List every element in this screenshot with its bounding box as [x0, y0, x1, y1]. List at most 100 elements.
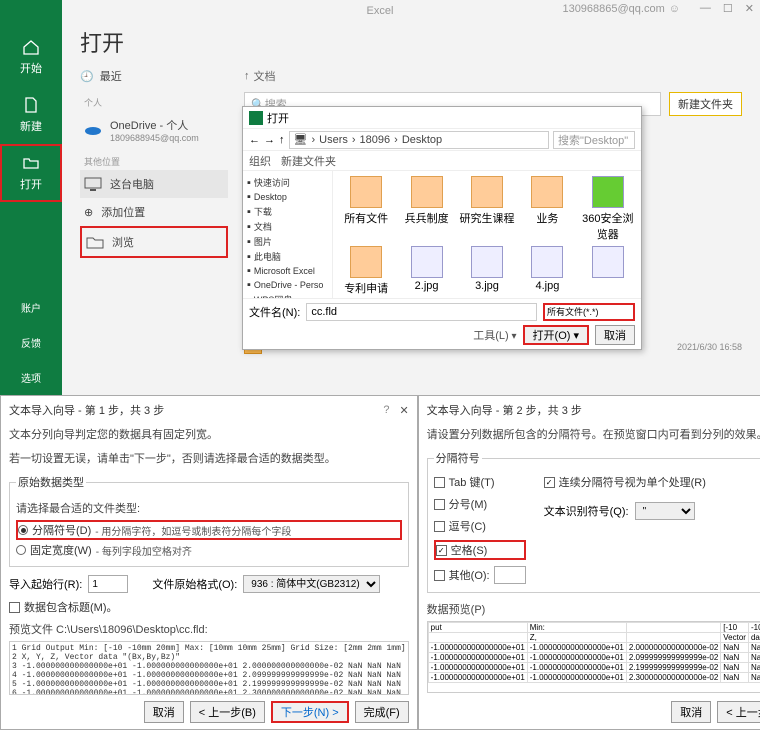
recent-location[interactable]: 🕘 最近 — [80, 68, 228, 84]
locations-list: 🕘 最近 个人 OneDrive - 个人1809688945@qq.com 其… — [80, 68, 228, 360]
file-item[interactable]: 业务 — [518, 175, 576, 243]
nav-item[interactable]: ▪此电脑 — [245, 249, 330, 264]
excel-icon — [249, 111, 263, 125]
rail-options[interactable]: 选项 — [0, 360, 62, 395]
wizard-desc2: 若一切设置无误，请单击"下一步"，否则请选择最合适的数据类型。 — [9, 450, 409, 466]
open-button[interactable]: 打开(O) ▾ — [523, 325, 589, 345]
browse-location[interactable]: 浏览 — [80, 226, 228, 258]
pc-icon: 🖥 — [294, 133, 308, 146]
delim-space[interactable]: ✓空格(S) — [434, 540, 526, 560]
close-icon[interactable]: ✕ — [399, 404, 408, 417]
preview-label: 数据预览(P) — [427, 601, 760, 617]
original-data-type: 原始数据类型 请选择最合适的文件类型: 分隔符号(D) - 用分隔字符，如逗号或… — [9, 474, 409, 567]
wizards-row: 文本导入向导 - 第 1 步，共 3 步 ? ✕ 文本分列向导判定您的数据具有固… — [0, 395, 760, 730]
delim-semicolon[interactable]: 分号(M) — [434, 496, 526, 512]
dialog-file-grid: 所有文件兵兵制度研究生课程业务360安全浏览器专利申请2.jpg3.jpg4.j… — [333, 171, 641, 298]
file-item[interactable]: 360安全浏览器 — [579, 175, 637, 243]
file-icon — [411, 246, 443, 278]
nav-item[interactable]: ▪Microsoft Excel — [245, 264, 330, 278]
origin-select[interactable]: 936 : 简体中文(GB2312) — [243, 575, 380, 593]
clock-icon: 🕘 — [80, 70, 94, 83]
wizard-title: 文本导入向导 - 第 1 步，共 3 步 — [9, 402, 383, 418]
nav-item[interactable]: ▪Desktop — [245, 190, 330, 204]
file-item[interactable]: 兵兵制度 — [397, 175, 455, 243]
backstage-rail: 开始 新建 打开 账户 反馈 选项 — [0, 0, 62, 395]
up-folder[interactable]: ↑ 文档 — [244, 68, 276, 84]
option-fixedwidth[interactable]: 固定宽度(W) - 每列字段加空格对齐 — [16, 542, 402, 558]
breadcrumb[interactable]: 🖥 ›Users ›18096 ›Desktop — [289, 131, 550, 149]
nav-item[interactable]: ▪文档 — [245, 219, 330, 234]
delim-tab[interactable]: Tab 键(T) — [434, 474, 526, 490]
ie-icon — [592, 176, 624, 208]
qualifier-select[interactable]: " — [635, 502, 695, 520]
file-item[interactable]: 2.jpg — [397, 245, 455, 297]
nav-item[interactable]: ▪快速访问 — [245, 175, 330, 190]
thispc-location[interactable]: 这台电脑 — [80, 170, 228, 198]
folder-icon — [531, 176, 563, 208]
new-folder-button[interactable]: 新建文件夹 — [669, 92, 742, 116]
checkbox-icon — [9, 602, 20, 613]
up-icon[interactable]: ↑ — [279, 134, 285, 146]
rail-home[interactable]: 开始 — [0, 28, 62, 86]
help-icon[interactable]: ? — [383, 404, 389, 416]
rail-new[interactable]: 新建 — [0, 86, 62, 144]
tools-menu[interactable]: 工具(L) ▾ — [473, 327, 516, 343]
folder-icon — [471, 176, 503, 208]
tree-icon: ▪ — [247, 206, 251, 218]
dialog-titlebar: 打开 — [243, 107, 641, 129]
file-item[interactable]: 所有文件 — [337, 175, 395, 243]
delim-other[interactable]: 其他(O): — [434, 566, 526, 584]
filename-input[interactable] — [306, 303, 537, 321]
plus-icon: ⊕ — [84, 206, 93, 219]
rail-account[interactable]: 账户 — [0, 290, 62, 325]
pc-icon — [84, 177, 102, 191]
cancel-button[interactable]: 取消 — [671, 701, 711, 723]
delim-other-input[interactable] — [494, 566, 526, 584]
option-delimited[interactable]: 分隔符号(D) - 用分隔字符，如逗号或制表符分隔每个字段 — [16, 520, 402, 540]
file-item[interactable]: 研究生课程 — [458, 175, 516, 243]
file-item[interactable] — [579, 245, 637, 297]
startrow-input[interactable] — [88, 575, 128, 593]
dialog-search[interactable]: 搜索"Desktop" — [553, 131, 635, 149]
fwd-icon[interactable]: → — [264, 134, 275, 146]
back-button[interactable]: < 上一步(B) — [717, 701, 760, 723]
checkbox-icon — [434, 477, 445, 488]
organize-menu[interactable]: 组织 — [249, 153, 271, 169]
dialog-nav-tree: ▪快速访问▪Desktop▪下载▪文档▪图片▪此电脑▪Microsoft Exc… — [243, 171, 333, 298]
tree-icon: ▪ — [247, 251, 251, 263]
checkbox-icon — [434, 570, 445, 581]
delimiters-group: 分隔符号 Tab 键(T) 分号(M) 逗号(C) ✓空格(S) 其他(O): … — [427, 450, 760, 593]
tree-icon: ▪ — [247, 265, 251, 277]
rail-open[interactable]: 打开 — [0, 144, 62, 202]
next-button[interactable]: 下一步(N) > — [271, 701, 349, 723]
nav-item[interactable]: ▪下载 — [245, 204, 330, 219]
header-checkbox[interactable]: 数据包含标题(M)。 — [9, 599, 409, 615]
back-button[interactable]: < 上一步(B) — [190, 701, 265, 723]
file-item[interactable]: 专利申请 — [337, 245, 395, 297]
cancel-button[interactable]: 取消 — [144, 701, 184, 723]
preview-label: 预览文件 C:\Users\18096\Desktop\cc.fld: — [9, 621, 409, 637]
file-open-dialog: 打开 ← → ↑ 🖥 ›Users ›18096 ›Desktop 搜索"Des… — [242, 106, 642, 350]
tree-icon: ▪ — [247, 236, 251, 248]
filetype-filter[interactable]: 所有文件(*.*) — [543, 303, 635, 321]
file-item[interactable]: 3.jpg — [458, 245, 516, 297]
nav-item[interactable]: ▪OneDrive - Perso — [245, 278, 330, 292]
preview-table: putMin:[-10-10mm20mm]Max:[10mm10mm25mm]Z… — [427, 621, 760, 693]
checkbox-icon — [434, 521, 445, 532]
rail-feedback[interactable]: 反馈 — [0, 325, 62, 360]
finish-button[interactable]: 完成(F) — [355, 701, 409, 723]
section-personal: 个人 — [80, 92, 228, 111]
onedrive-location[interactable]: OneDrive - 个人1809688945@qq.com — [80, 111, 228, 149]
tree-icon: ▪ — [247, 279, 251, 291]
nav-item[interactable]: ▪图片 — [245, 234, 330, 249]
cancel-button[interactable]: 取消 — [595, 325, 635, 345]
consecutive-delim[interactable]: ✓连续分隔符号视为单个处理(R) — [544, 474, 706, 490]
newfolder-button[interactable]: 新建文件夹 — [281, 153, 336, 169]
text-import-wizard-step2: 文本导入向导 - 第 2 步，共 3 步 ? ✕ 请设置分列数据所包含的分隔符号… — [418, 395, 760, 730]
delim-comma[interactable]: 逗号(C) — [434, 518, 526, 534]
file-item[interactable]: 4.jpg — [518, 245, 576, 297]
blank-icon — [592, 246, 624, 278]
back-icon[interactable]: ← — [249, 134, 260, 146]
addlocation[interactable]: ⊕ 添加位置 — [80, 198, 228, 226]
qualifier-label: 文本识别符号(Q): — [544, 503, 629, 519]
